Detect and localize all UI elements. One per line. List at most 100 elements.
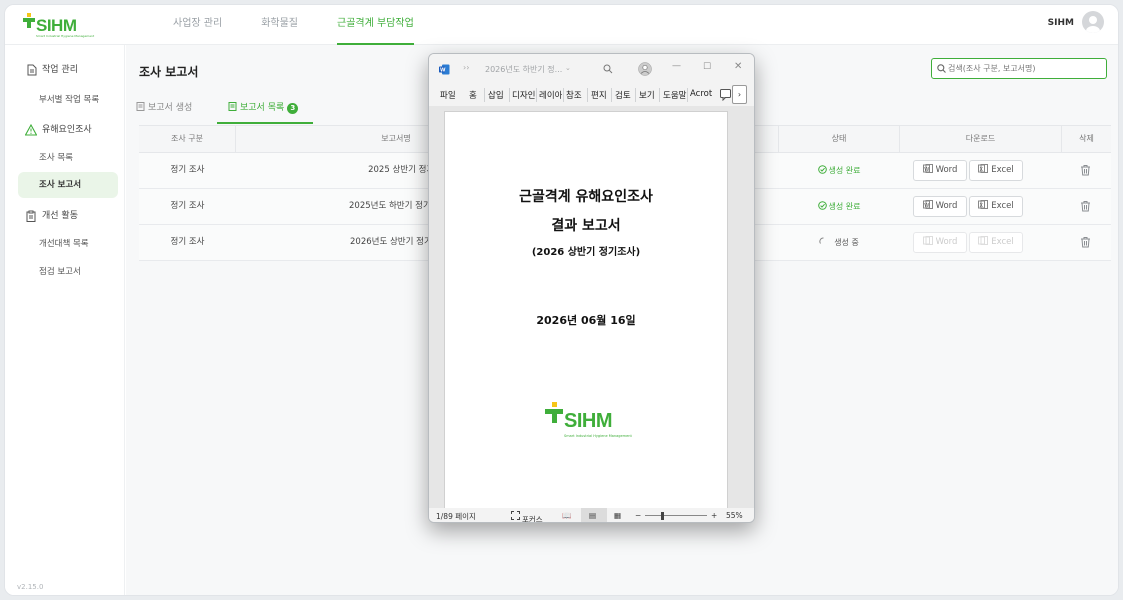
document-logo: SIHM Smart Industrial Hygiene Management <box>545 402 635 446</box>
svg-text:W: W <box>924 203 929 209</box>
svg-text:W: W <box>440 68 446 74</box>
close-icon[interactable]: ✕ <box>734 61 742 72</box>
word-ribbon-tabs: 파일 홈 삽입 디자인 레이아 참조 편지 검토 보기 도움말 Acrot › <box>429 84 754 106</box>
chevron-down-icon[interactable]: ⌄ <box>565 64 571 72</box>
logo-text: SIHM <box>564 410 613 432</box>
ribbon-tab-home[interactable]: 홈 <box>469 89 477 101</box>
trash-icon[interactable] <box>1080 236 1091 248</box>
ribbon-tab-acrobat[interactable]: Acrot <box>690 89 715 99</box>
user-name[interactable]: SIHM <box>1048 18 1074 28</box>
comments-icon[interactable] <box>720 89 732 101</box>
sidebar-section-label: 개선 활동 <box>42 211 78 221</box>
web-layout-icon[interactable]: ▦ <box>614 511 621 520</box>
logo-cross-icon <box>23 13 35 28</box>
ribbon-divider <box>563 88 564 102</box>
top-bar: SIHM Smart Industrial Hygiene Management… <box>5 5 1118 45</box>
logo-subtitle: Smart Industrial Hygiene Management <box>564 434 632 438</box>
sidebar-item-survey-report[interactable]: 조사 보고서 <box>18 172 118 198</box>
status-badge: 생성 완료 <box>778 189 900 225</box>
document-canvas[interactable]: 근골격계 유해요인조사 결과 보고서 (2026 상반기 정기조사) 2026년… <box>429 106 754 522</box>
download-word-button[interactable]: W Word <box>913 196 967 217</box>
count-badge: 3 <box>287 103 299 114</box>
nav-chemicals[interactable]: 화학물질 <box>261 5 298 45</box>
page-title: 조사 보고서 <box>139 65 199 79</box>
zoom-slider[interactable] <box>645 515 707 516</box>
ribbon-tab-references[interactable]: 참조 <box>566 89 582 101</box>
user-icon <box>1086 16 1100 33</box>
status-text: 생성 완료 <box>828 202 861 211</box>
list-icon <box>228 102 237 111</box>
ribbon-tab-insert[interactable]: 삽입 <box>488 89 504 101</box>
download-word-button[interactable]: W Word <box>913 160 967 181</box>
download-excel-button[interactable]: X Excel <box>969 196 1023 217</box>
word-status-bar: 1/89 페이지 포커스 📖 ▤ ▦ − + 55% <box>429 508 754 522</box>
sidebar-section-label: 유해요인조사 <box>42 125 92 135</box>
cell-type: 정기 조사 <box>170 201 205 211</box>
sidebar-item-improvement-list[interactable]: 개선대책 목록 <box>18 231 118 257</box>
page-count[interactable]: 1/89 페이지 <box>436 511 476 522</box>
ribbon-scroll-right-button[interactable]: › <box>732 85 747 104</box>
tab-label: 보고서 생성 <box>148 103 193 113</box>
read-mode-icon[interactable]: 📖 <box>562 511 571 520</box>
ribbon-divider <box>635 88 636 102</box>
ribbon-tab-layout[interactable]: 레이아 <box>539 89 562 101</box>
zoom-out-icon[interactable]: − <box>635 511 641 520</box>
document-date: 2026년 06월 16일 <box>536 314 636 327</box>
trash-icon[interactable] <box>1080 164 1091 176</box>
focus-icon <box>511 511 520 520</box>
word-title-bar[interactable]: W ›› 2026년도 하반기 정... ⌄ — ☐ ✕ <box>429 54 754 84</box>
ribbon-tab-view[interactable]: 보기 <box>639 89 655 101</box>
nav-site-management[interactable]: 사업장 관리 <box>173 5 222 45</box>
app-logo[interactable]: SIHM Smart Industrial Hygiene Management <box>23 11 94 39</box>
download-excel-button[interactable]: X Excel <box>969 160 1023 181</box>
document-page[interactable]: 근골격계 유해요인조사 결과 보고서 (2026 상반기 정기조사) 2026년… <box>444 111 728 511</box>
ribbon-tab-design[interactable]: 디자인 <box>512 89 536 101</box>
search-icon[interactable] <box>603 64 613 74</box>
button-label: Word <box>935 165 958 175</box>
button-label: Excel <box>991 165 1014 175</box>
status-text: 생성 완료 <box>828 166 861 175</box>
tab-label: 보고서 목록 <box>240 103 285 113</box>
excel-file-icon: X <box>978 164 989 173</box>
trash-icon[interactable] <box>1080 200 1091 212</box>
sidebar-item-survey-list[interactable]: 조사 목록 <box>18 145 118 171</box>
search-box[interactable] <box>931 58 1107 79</box>
ribbon-divider <box>484 88 485 102</box>
tab-create-report[interactable]: 보고서 생성 <box>136 98 206 124</box>
nav-musculoskeletal[interactable]: 근골격계 부담작업 <box>337 5 414 45</box>
button-label: Excel <box>991 237 1014 247</box>
minimize-icon[interactable]: — <box>672 61 681 71</box>
svg-text:X: X <box>980 203 984 209</box>
ribbon-divider <box>611 88 612 102</box>
search-input[interactable] <box>948 61 1098 76</box>
zoom-slider-thumb[interactable] <box>661 512 664 520</box>
account-icon[interactable] <box>638 62 652 76</box>
sidebar-item-dept-work-list[interactable]: 부서별 작업 목록 <box>18 87 118 113</box>
document-title[interactable]: 2026년도 하반기 정... <box>485 64 562 75</box>
excel-file-icon <box>978 236 989 245</box>
quick-access-icon[interactable]: ›› <box>463 63 469 72</box>
word-file-icon: W <box>922 164 933 173</box>
print-layout-icon: ▤ <box>589 511 597 520</box>
tab-report-list[interactable]: 보고서 목록 3 <box>217 98 313 124</box>
ribbon-tab-file[interactable]: 파일 <box>440 89 456 101</box>
zoom-level[interactable]: 55% <box>726 511 743 520</box>
document-subtitle: (2026 상반기 정기조사) <box>531 247 641 258</box>
ribbon-tab-help[interactable]: 도움말 <box>663 89 687 101</box>
ribbon-divider <box>659 88 660 102</box>
status-text: 생성 중 <box>834 238 859 247</box>
top-nav: 사업장 관리 화학물질 근골격계 부담작업 <box>173 5 453 45</box>
version-label: v2.15.0 <box>17 583 44 591</box>
spinner-icon <box>819 237 824 244</box>
ribbon-tab-mailings[interactable]: 편지 <box>591 89 607 101</box>
ribbon-tab-review[interactable]: 검토 <box>615 89 631 101</box>
maximize-icon[interactable]: ☐ <box>703 62 711 72</box>
ribbon-divider <box>509 88 510 102</box>
focus-mode-button[interactable]: 포커스 <box>511 511 543 522</box>
download-word-button: Word <box>913 232 967 253</box>
sidebar-item-inspection-report[interactable]: 점검 보고서 <box>18 259 118 285</box>
avatar[interactable] <box>1082 11 1104 33</box>
svg-text:X: X <box>980 167 984 173</box>
zoom-in-icon[interactable]: + <box>711 511 717 520</box>
word-file-icon <box>922 236 933 245</box>
